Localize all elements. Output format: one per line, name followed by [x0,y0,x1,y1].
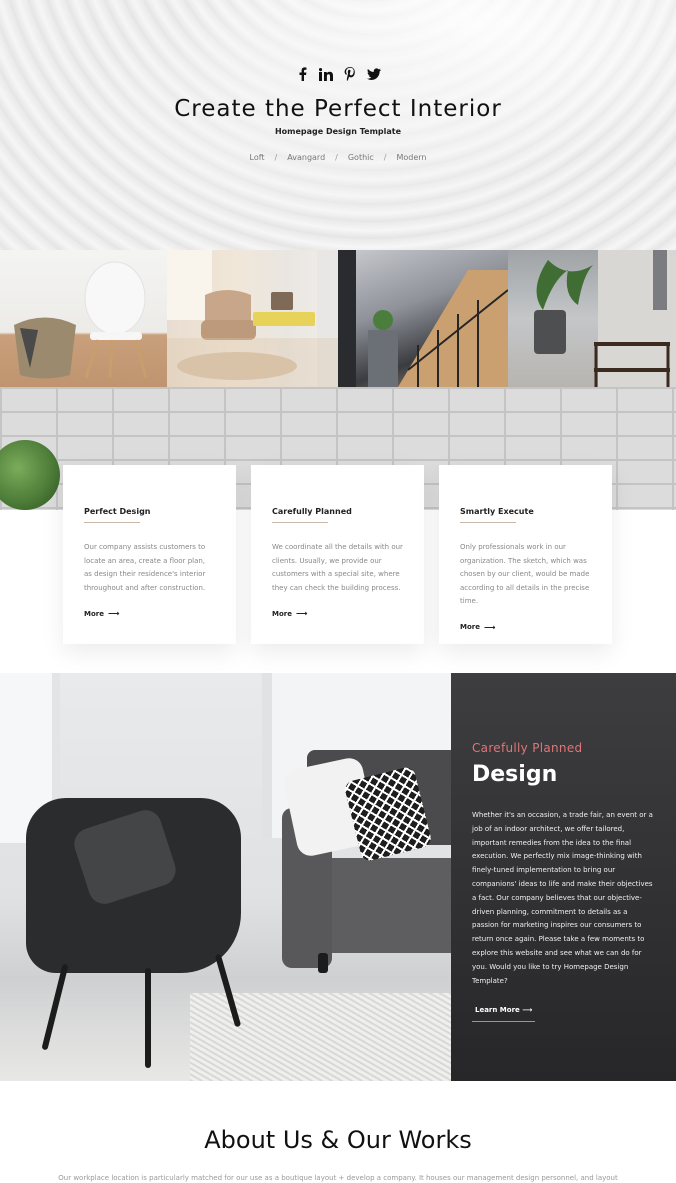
feature-card-smartly-execute: Smartly Execute Only professionals work … [439,465,612,644]
card-title: Perfect Design [84,507,150,523]
arrow-right-icon: ⟶ [483,622,496,632]
social-links [0,66,676,82]
photo-staircase [338,250,508,387]
design-panel: Carefully Planned Design Whether it's an… [451,673,676,1081]
photo-strip [0,250,676,387]
linkedin-icon[interactable] [319,66,333,82]
card-text: We coordinate all the details with our c… [272,543,403,592]
feature-card-carefully-planned: Carefully Planned We coordinate all the … [251,465,424,644]
facebook-icon[interactable] [295,66,309,82]
more-label: More [84,609,104,618]
feature-card-perfect-design: Perfect Design Our company assists custo… [63,465,236,644]
about-text: Our workplace location is particularly m… [58,1174,618,1182]
more-label: More [272,609,292,618]
photo-armchair-room [167,250,338,387]
learn-more-label: Learn More [475,1006,520,1015]
hero-background [0,0,676,250]
card-text: Only professionals work in our organizat… [460,543,590,605]
photo-chair-basket [0,250,167,387]
nav-separator: / [335,153,338,162]
page-subtitle: Homepage Design Template [274,127,402,136]
style-nav: Loft / Avangard / Gothic / Modern [0,153,676,162]
nav-link-modern[interactable]: Modern [396,153,426,162]
chair-leg [145,968,151,1068]
pinterest-icon[interactable] [343,66,357,82]
design-text: Whether it's an occasion, a trade fair, … [472,811,653,985]
nav-separator: / [274,153,278,162]
more-label: More [460,623,480,631]
sofa-leg [318,953,328,973]
hero-section: Create the Perfect Interior Homepage Des… [0,0,676,250]
card-more-link[interactable]: More ⟶ [460,623,591,632]
card-title: Smartly Execute [460,507,534,523]
learn-more-button[interactable]: Learn More ⟶ [472,1006,536,1023]
living-room-photo [0,673,451,1081]
nav-link-avangard[interactable]: Avangard [287,153,325,162]
about-title: About Us & Our Works [204,1126,472,1154]
sofa-seat [325,858,451,953]
nav-link-loft[interactable]: Loft [250,153,265,162]
card-text: Our company assists customers to locate … [84,543,206,592]
card-more-link[interactable]: More ⟶ [272,609,403,618]
photo-plant-shelf [508,250,676,387]
arrow-right-icon: ⟶ [295,609,308,618]
nav-separator: / [383,153,387,162]
card-title: Carefully Planned [272,507,352,523]
nav-link-gothic[interactable]: Gothic [348,153,374,162]
page-title: Create the Perfect Interior [174,96,502,122]
design-kicker: Carefully Planned [472,741,583,755]
card-more-link[interactable]: More ⟶ [84,609,215,618]
arrow-right-icon: ⟶ [522,1006,533,1015]
arrow-right-icon: ⟶ [107,609,120,618]
twitter-icon[interactable] [367,66,381,82]
design-title: Design [472,762,558,787]
chair-leg [41,963,69,1051]
